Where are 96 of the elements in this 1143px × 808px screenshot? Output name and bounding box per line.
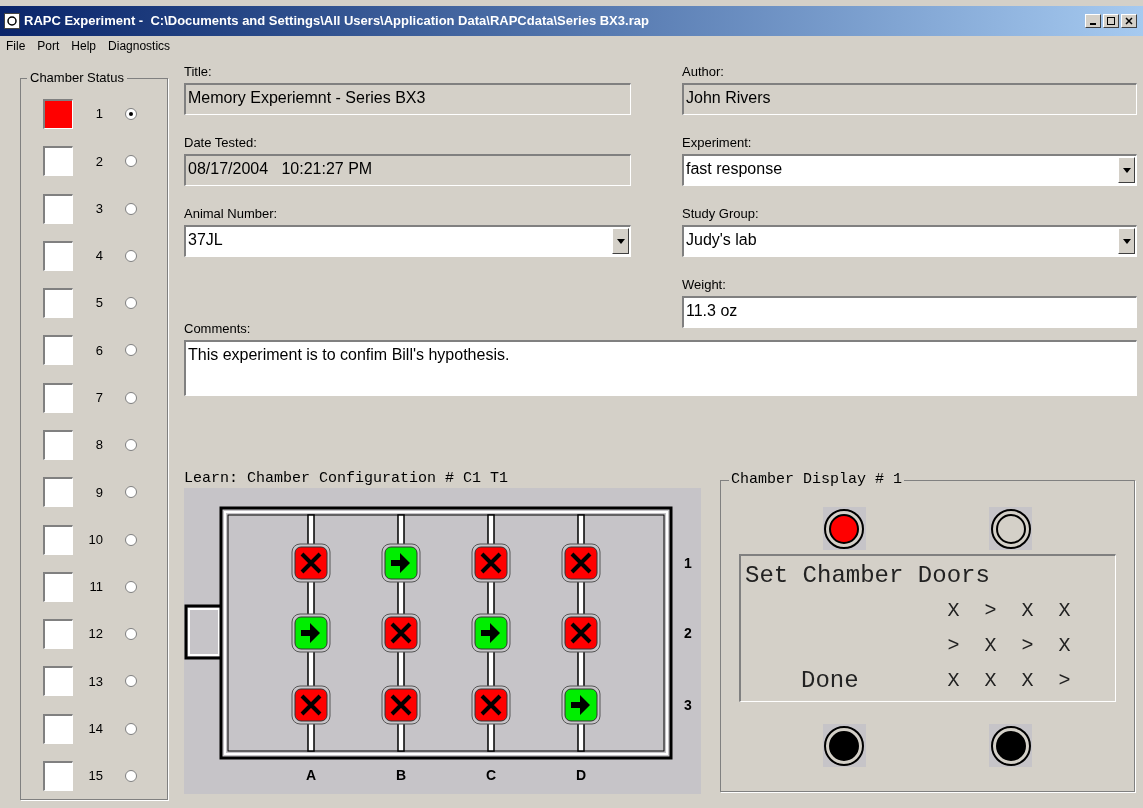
radio-button[interactable] (125, 344, 137, 357)
group-title: Chamber Display # 1 (729, 471, 905, 489)
radio-button[interactable] (125, 769, 137, 782)
chamber-number: 11 (88, 578, 103, 597)
field-label: Comments: (184, 320, 252, 338)
open-door-icon[interactable] (291, 613, 331, 653)
lcd-cell-text: X (1020, 597, 1035, 624)
radio-button[interactable] (125, 722, 137, 735)
chamber-number: 4 (94, 247, 103, 266)
radio-button[interactable] (125, 202, 137, 215)
radio-button[interactable] (125, 580, 137, 593)
menu-item[interactable]: Diagnostics (108, 37, 171, 55)
chamber-number: 12 (87, 625, 103, 644)
open-door-icon[interactable] (381, 543, 421, 583)
dropdown[interactable]: Judy's lab (682, 225, 1137, 257)
chamber-number: 3 (94, 199, 103, 218)
closed-door-icon[interactable] (381, 613, 421, 653)
column-label: C (485, 767, 497, 783)
radio-button[interactable] (125, 297, 137, 310)
lcd-cell-text: X (983, 632, 998, 659)
close-button[interactable] (1121, 14, 1137, 28)
menu-item[interactable]: Port (37, 37, 60, 55)
column-label: B (395, 767, 407, 783)
input-field[interactable]: 11.3 oz (682, 296, 1137, 328)
radio-button[interactable] (125, 391, 137, 404)
field-label: Weight: (682, 276, 727, 294)
chamber-number: 7 (94, 388, 103, 407)
lcd-cell-text: X (983, 667, 998, 694)
indicator-light-icon (822, 724, 866, 767)
closed-door-icon[interactable] (561, 543, 601, 583)
closed-door-icon[interactable] (291, 543, 331, 583)
radio-button[interactable] (125, 249, 137, 262)
row-label: 3 (684, 697, 692, 713)
dropdown[interactable]: fast response (682, 154, 1137, 186)
closed-door-icon[interactable] (471, 685, 511, 725)
lcd-text: Done (801, 666, 859, 694)
lcd-cell-text: > (983, 597, 998, 624)
minimize-button[interactable] (1085, 14, 1101, 28)
row-label: 1 (684, 555, 692, 571)
indicator-light-icon (989, 507, 1033, 550)
field-label: Author: (682, 63, 725, 81)
radio-button[interactable] (125, 533, 137, 546)
chamber-number: 2 (94, 152, 103, 171)
radio-button[interactable] (125, 438, 137, 451)
open-door-icon[interactable] (561, 685, 601, 725)
radio-button[interactable] (125, 486, 137, 499)
chamber-number: 10 (87, 530, 103, 549)
menu-item[interactable]: Help (71, 37, 97, 55)
lcd-cell-text: X (1057, 632, 1072, 659)
window-title: RAPC Experiment - C:\Documents and Settings\All Users\Application Data\RAPCdata\Series BX3.rap (24, 12, 650, 31)
chamber-number: 8 (94, 436, 103, 455)
maximize-icon (1107, 17, 1115, 25)
chamber-number: 5 (94, 294, 103, 313)
column-label: A (305, 767, 317, 783)
field-label: Animal Number: (184, 205, 279, 223)
row-label: 2 (684, 625, 692, 641)
lcd-cell-text: X (946, 597, 961, 624)
chamber-number: 6 (94, 341, 103, 360)
closed-door-icon[interactable] (471, 543, 511, 583)
menu-item[interactable]: File (6, 37, 26, 55)
radio-button[interactable] (125, 628, 137, 641)
chamber-number: 15 (87, 767, 103, 786)
readonly-field[interactable]: Memory Experiemnt - Series BX3 (184, 83, 631, 115)
field-label: Date Tested: (184, 134, 258, 152)
chamber-number: 14 (87, 719, 103, 738)
open-door-icon[interactable] (471, 613, 511, 653)
closed-door-icon[interactable] (381, 685, 421, 725)
field-label: Experiment: (682, 134, 753, 152)
closed-door-icon[interactable] (561, 613, 601, 653)
field-label: Study Group: (682, 205, 760, 223)
lcd-cell-text: > (946, 632, 961, 659)
lcd-cell-text: X (1057, 597, 1072, 624)
readonly-field[interactable]: John Rivers (682, 83, 1137, 115)
radio-button[interactable] (125, 155, 137, 168)
lcd-text: Set Chamber Doors (745, 561, 990, 589)
radio-button[interactable] (125, 108, 137, 120)
readonly-field[interactable]: 08/17/2004 10:21:27 PM (184, 154, 631, 186)
input-field[interactable]: This experiment is to confim Bill's hypothesis. (184, 340, 1137, 396)
column-label: D (575, 767, 587, 783)
chamber-number: 1 (94, 105, 103, 124)
close-icon (1125, 17, 1133, 25)
dropdown[interactable]: 37JL (184, 225, 631, 257)
lcd-cell-text: > (1020, 632, 1035, 659)
chamber-number: 9 (94, 483, 103, 502)
lcd-cell-text: > (1057, 667, 1072, 694)
closed-door-icon[interactable] (291, 685, 331, 725)
configuration-label: Learn: Chamber Configuration # C1 T1 (184, 469, 510, 488)
field-label: Title: (184, 63, 213, 81)
indicator-light-icon (822, 507, 866, 550)
maximize-button[interactable] (1103, 14, 1119, 28)
indicator-light-icon (989, 724, 1033, 767)
app-icon (4, 13, 20, 29)
lcd-cell-text: X (1020, 667, 1035, 694)
chamber-number: 13 (87, 672, 103, 691)
lcd-cell-text: X (946, 667, 961, 694)
radio-button[interactable] (125, 675, 137, 688)
